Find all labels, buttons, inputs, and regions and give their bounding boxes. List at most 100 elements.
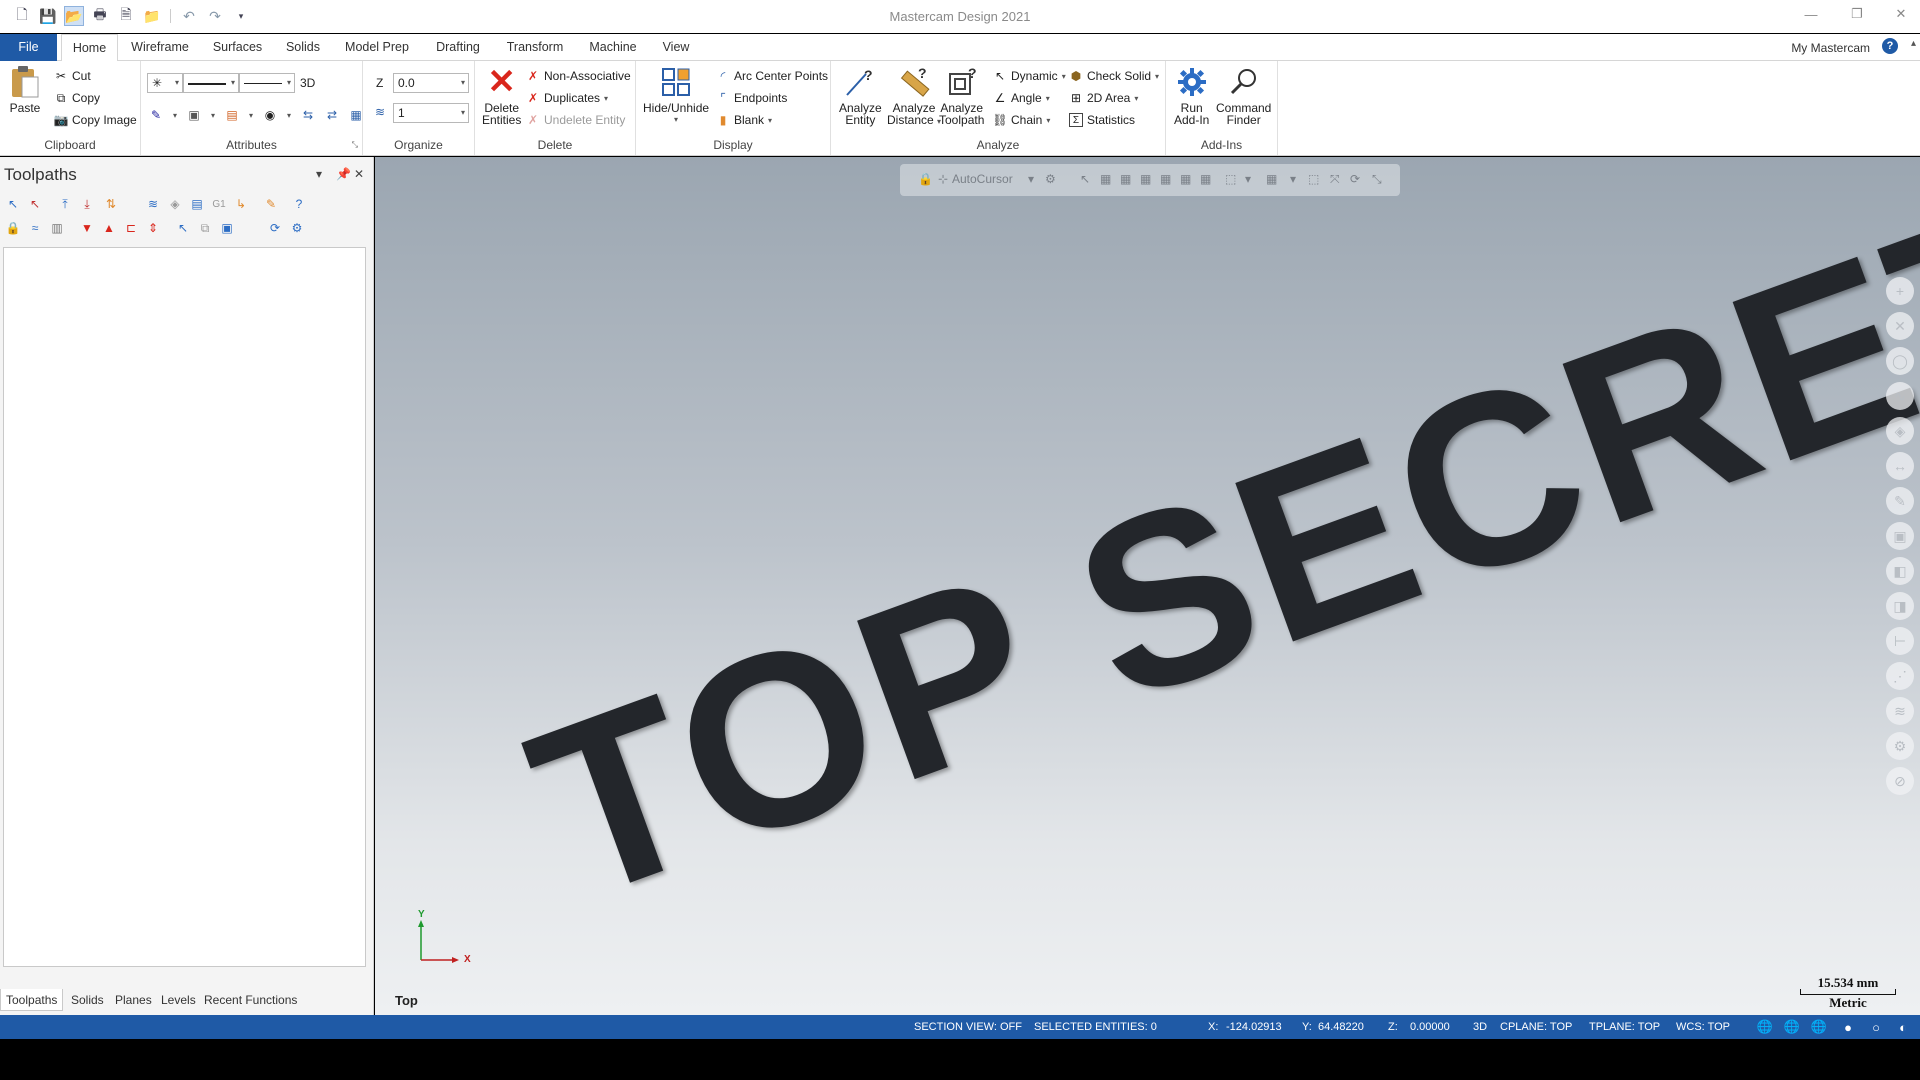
analyze-toolpath-button[interactable]: ? Analyze Toolpath <box>939 65 984 126</box>
mask-lines-icon[interactable]: ⋰ <box>1886 662 1914 690</box>
merge-icon[interactable]: 📁 <box>142 6 162 26</box>
surface-color-icon[interactable]: ▤ <box>225 108 239 122</box>
y-coord-value[interactable]: 64.48220 <box>1318 1021 1364 1033</box>
solid-select-icon[interactable]: ▦ <box>1160 172 1171 186</box>
globe-view-icon[interactable]: 🌐 <box>1757 1019 1773 1035</box>
mask-levels-icon[interactable]: ≋ <box>1886 697 1914 725</box>
toggle-display-icon[interactable]: ✎ <box>262 195 280 213</box>
quick-mask-icon[interactable]: ⬚ <box>1308 172 1319 186</box>
expand-collapse-icon[interactable]: ▣ <box>218 219 236 237</box>
window-select-icon[interactable]: ▦ <box>1120 172 1131 186</box>
select-cursor-icon[interactable]: ↖ <box>1080 172 1090 186</box>
mask-drafting-icon[interactable]: ✎ <box>1886 487 1914 515</box>
tplane-status[interactable]: TPLANE: TOP <box>1589 1021 1660 1033</box>
attributes-dialog-launcher-icon[interactable]: ⤡ <box>352 140 358 150</box>
x-coord-value[interactable]: -124.02913 <box>1226 1021 1282 1033</box>
select-all-icon[interactable]: ▾ <box>1290 172 1296 186</box>
pin-icon[interactable]: 📌 <box>336 167 351 181</box>
mask-splines-icon[interactable]: ∿ <box>1886 382 1914 410</box>
mask-surfaces-icon[interactable]: ◈ <box>1886 417 1914 445</box>
panel-close-icon[interactable]: ✕ <box>354 167 364 181</box>
deselect-operations-icon[interactable]: ↖ <box>26 195 44 213</box>
scroll-insert-icon[interactable]: ⇕ <box>144 219 162 237</box>
help-circle-icon[interactable]: ? <box>290 195 308 213</box>
mask-settings-icon[interactable]: ⚙ <box>1886 732 1914 760</box>
mask-arcs-icon[interactable]: ◯ <box>1886 347 1914 375</box>
analyze-entity-button[interactable]: ? Analyze Entity <box>839 65 882 126</box>
tab-home[interactable]: Home <box>61 34 118 62</box>
non-associative-button[interactable]: ✗ Non-Associative <box>526 67 631 85</box>
customize-qat-icon[interactable]: ▾ <box>231 6 251 26</box>
tab-transform[interactable]: Transform <box>501 34 569 61</box>
autocursor-icon[interactable]: ⊹ <box>938 172 948 186</box>
clear-selection-icon[interactable]: ⤧ <box>1330 172 1340 187</box>
solid-color-icon[interactable]: ▣ <box>187 108 201 122</box>
verify-select-icon[interactable]: ⬚ <box>1225 172 1236 186</box>
mask-dimensions-icon[interactable]: ↔ <box>1886 452 1914 480</box>
command-finder-button[interactable]: Command Finder <box>1216 65 1271 126</box>
verify-icon[interactable]: ≋ <box>144 195 162 213</box>
cplane-status[interactable]: CPLANE: TOP <box>1500 1021 1572 1033</box>
angle-button[interactable]: ∠ Angle ▾ <box>993 89 1050 107</box>
panel-tab-levels[interactable]: Levels <box>156 989 201 1011</box>
autocursor-label[interactable]: AutoCursor <box>952 172 1013 186</box>
cut-button[interactable]: ✂ Cut <box>54 67 91 85</box>
polygon-select-icon[interactable]: ▦ <box>1140 172 1151 186</box>
tab-drafting[interactable]: Drafting <box>427 34 489 61</box>
wire-sphere-icon[interactable]: ○ <box>1868 1019 1884 1035</box>
globe-wcs-icon[interactable]: 🌐 <box>1811 1019 1827 1035</box>
arc-center-points-button[interactable]: ◜ Arc Center Points <box>716 67 828 85</box>
quick-config-icon[interactable]: ⚙ <box>288 219 306 237</box>
mode-3d-toggle[interactable]: 3D <box>300 74 315 92</box>
close-window-icon[interactable]: ✕ <box>1884 0 1918 28</box>
select-all-operations-icon[interactable]: ↖ <box>4 195 22 213</box>
dynamic-button[interactable]: ↖ Dynamic ▾ <box>993 67 1066 85</box>
clear-colors-icon[interactable]: ▦ <box>349 108 363 122</box>
level-field[interactable]: 1 ▾ <box>393 103 469 123</box>
toolpath-tree[interactable] <box>3 247 366 967</box>
high-feed-icon[interactable]: ↳ <box>232 195 250 213</box>
paste-button[interactable]: Paste <box>8 65 42 114</box>
mask-points-icon[interactable]: ✕ <box>1886 312 1914 340</box>
help-icon[interactable]: ? <box>1882 38 1898 54</box>
autocursor-dropdown-icon[interactable]: ▾ <box>1028 172 1034 186</box>
mask-solids-icon[interactable]: ▣ <box>1886 522 1914 550</box>
quick-verify-icon[interactable]: ⟳ <box>266 219 284 237</box>
panel-menu-icon[interactable]: ▾ <box>316 167 322 181</box>
mode-status[interactable]: 3D <box>1473 1021 1487 1033</box>
redo-icon[interactable]: ↷ <box>205 6 225 26</box>
grid-select-icon[interactable]: ▦ <box>1266 172 1277 186</box>
tab-wireframe[interactable]: Wireframe <box>125 34 195 61</box>
hide-unhide-button[interactable]: Hide/Unhide ▾ <box>643 65 709 126</box>
point-style-select[interactable]: ✳ ▾ <box>147 73 183 93</box>
panel-tab-planes[interactable]: Planes <box>110 989 157 1011</box>
tab-model-prep[interactable]: Model Prep <box>340 34 414 61</box>
globe-plane-icon[interactable]: 🌐 <box>1784 1019 1800 1035</box>
wireframe-color-icon[interactable]: ✎ <box>149 108 163 122</box>
shaded-sphere-icon[interactable]: ● <box>1840 1019 1856 1035</box>
collapse-ribbon-icon[interactable]: ▴ <box>1911 38 1916 49</box>
area-2d-button[interactable]: ⊞ 2D Area ▾ <box>1069 89 1138 107</box>
undelete-entity-button[interactable]: ✗ Undelete Entity <box>526 111 625 129</box>
tab-solids[interactable]: Solids <box>280 34 326 61</box>
duplicates-button[interactable]: ✗ Duplicates ▾ <box>526 89 608 107</box>
tab-file[interactable]: File <box>0 34 57 61</box>
pointer-tool-icon[interactable]: ⤡ <box>1372 172 1382 187</box>
regenerate-selected-icon[interactable]: ⤒ <box>56 195 74 213</box>
tab-machine[interactable]: Machine <box>582 34 644 61</box>
open-file-icon[interactable]: 📂 <box>64 6 84 26</box>
line-style-select[interactable]: ▾ <box>183 73 239 93</box>
check-solid-button[interactable]: ⬢ Check Solid ▾ <box>1069 67 1159 85</box>
delete-entities-button[interactable]: ✕ Delete Entities <box>482 65 521 126</box>
analyze-distance-button[interactable]: ? Analyze Distance ▾ <box>887 65 941 128</box>
save-icon[interactable]: 💾 <box>38 6 58 26</box>
endpoints-button[interactable]: ⌜ Endpoints <box>716 89 787 107</box>
panel-tab-toolpaths[interactable]: Toolpaths <box>0 989 64 1011</box>
tab-view[interactable]: View <box>656 34 696 61</box>
minimize-icon[interactable]: — <box>1794 0 1828 28</box>
mask-clear-icon[interactable]: ⊘ <box>1886 767 1914 795</box>
move-down-icon[interactable]: ▼ <box>78 219 96 237</box>
mask-all-icon[interactable]: + <box>1886 277 1914 305</box>
set-main-icon[interactable]: ⇄ <box>325 108 339 122</box>
backplot-icon[interactable]: ⇅ <box>102 195 120 213</box>
